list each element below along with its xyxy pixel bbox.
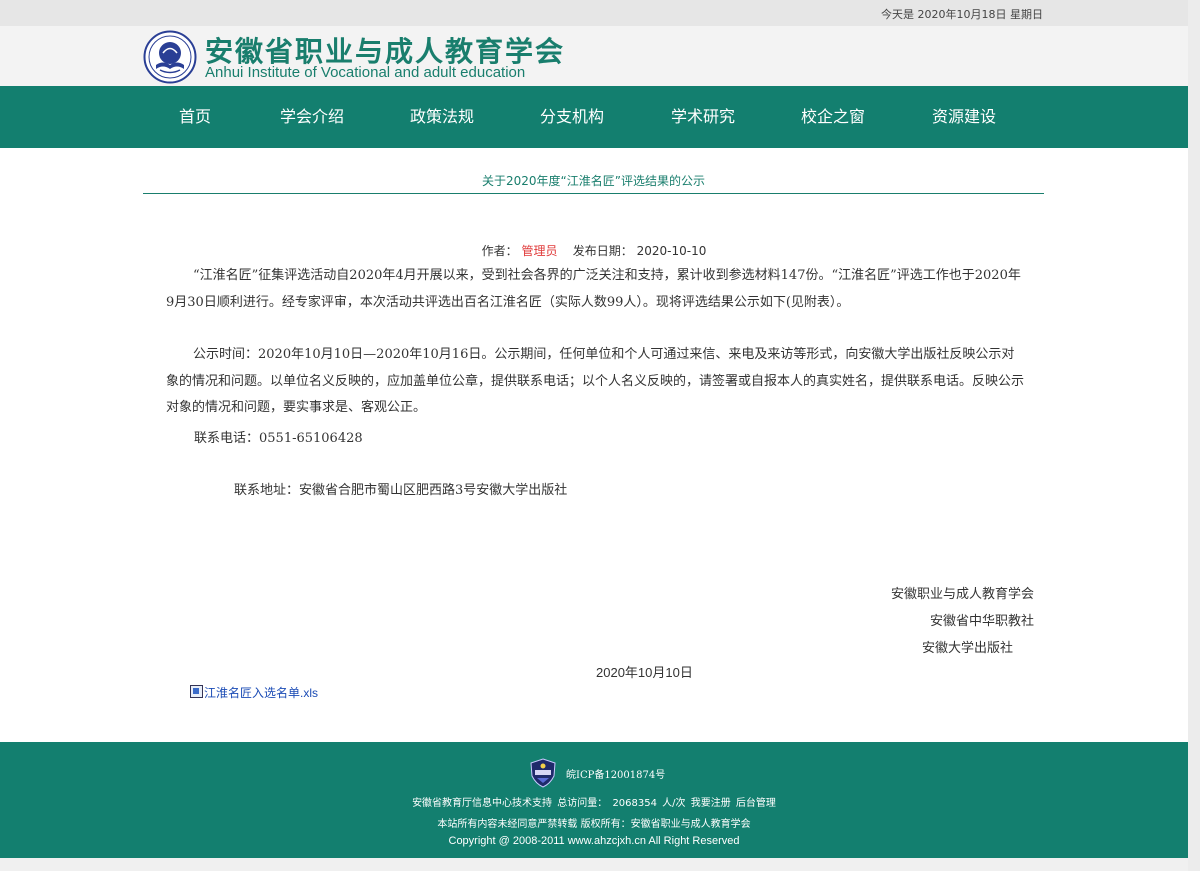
footer-stats-row: 安徽省教育厅信息中心技术支持 总访问量： 2068354 人/次 我要注册 后台… (0, 794, 1188, 809)
attachment-link[interactable]: 江淮名匠入选名单.xls (190, 684, 318, 701)
nav-item-branches[interactable]: 分支机构 (540, 86, 604, 148)
publish-date-label: 发布日期： (572, 244, 633, 258)
nav-item-about[interactable]: 学会介绍 (280, 86, 344, 148)
police-badge-icon[interactable] (530, 758, 556, 788)
visits-label: 总访问量： (557, 798, 608, 809)
icp-license[interactable]: 皖ICP备12001874号 (566, 766, 665, 781)
site-footer: 皖ICP备12001874号 安徽省教育厅信息中心技术支持 总访问量： 2068… (0, 742, 1188, 858)
spreadsheet-file-icon (190, 685, 203, 698)
current-date: 今天是 2020年10月18日 星期日 (881, 8, 1043, 21)
register-link[interactable]: 我要注册 (691, 798, 731, 809)
nav-item-resources[interactable]: 资源建设 (932, 86, 996, 148)
site-subtitle: Anhui Institute of Vocational and adult … (205, 64, 526, 81)
article-meta: 作者： 管理员 发布日期： 2020-10-10 (0, 242, 1188, 259)
author-label: 作者： (481, 244, 518, 258)
signature-date: 2020年10月10日 (596, 665, 693, 680)
main-nav: 首页 学会介绍 政策法规 分支机构 学术研究 校企之窗 资源建设 (0, 86, 1188, 148)
article-title: 关于2020年度“江淮名匠”评选结果的公示 (482, 174, 705, 188)
admin-link[interactable]: 后台管理 (736, 798, 776, 809)
tech-support-text: 安徽省教育厅信息中心技术支持 (412, 798, 553, 809)
nav-item-research[interactable]: 学术研究 (671, 86, 735, 148)
article-paragraph-2: 公示时间：2020年10月10日—2020年10月16日。公示期间，任何单位和个… (166, 347, 1025, 415)
attachment-filename[interactable]: 江淮名匠入选名单.xls (204, 686, 318, 700)
signature-vocational-society: 安徽省中华职教社 (929, 614, 1034, 629)
publish-date: 2020-10-10 (636, 244, 707, 258)
institute-logo-icon[interactable] (143, 30, 197, 84)
bottom-strip (0, 858, 1188, 871)
author-name: 管理员 (521, 244, 558, 258)
article-paragraph-1: “江淮名匠”征集评选活动自2020年4月开展以来，受到社会各界的广泛关注和支持，… (166, 268, 1021, 310)
footer-copyright: Copyright @ 2008-2011 www.ahzcjxh.cn All… (448, 835, 740, 847)
footer-rights: 本站所有内容未经同意严禁转载 版权所有：安徽省职业与成人教育学会 (437, 819, 751, 830)
signature-association: 安徽职业与成人教育学会 (890, 587, 1034, 602)
page-scrollbar[interactable] (1188, 0, 1200, 871)
signature-publisher: 安徽大学出版社 (921, 641, 1013, 656)
visits-unit: 人/次 (662, 798, 686, 809)
contact-address: 联系地址：安徽省合肥市蜀山区肥西路3号安徽大学出版社 (234, 483, 568, 498)
contact-phone: 联系电话：0551-65106428 (194, 431, 363, 446)
top-bar: 今天是 2020年10月18日 星期日 (0, 0, 1188, 26)
nav-item-home[interactable]: 首页 (179, 86, 211, 148)
visits-count: 2068354 (612, 798, 657, 809)
nav-item-enterprise[interactable]: 校企之窗 (801, 86, 865, 148)
nav-item-policy[interactable]: 政策法规 (410, 86, 474, 148)
title-divider (143, 193, 1044, 194)
